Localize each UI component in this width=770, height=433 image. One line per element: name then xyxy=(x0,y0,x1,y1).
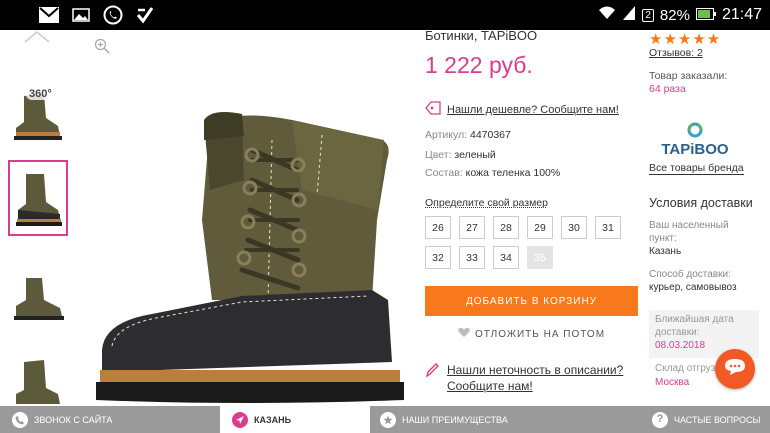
battery-icon xyxy=(695,7,716,24)
product-title: Ботинки, TAPiBOO xyxy=(425,28,538,43)
ordered-label: Товар заказали: xyxy=(649,70,728,82)
thumbnail-side[interactable] xyxy=(8,260,68,336)
size-option[interactable]: 31 xyxy=(595,216,621,239)
question-icon: ? xyxy=(652,411,668,428)
method-value: курьер, самовывоз xyxy=(649,282,737,293)
rating-stars: ★★★★★ xyxy=(649,31,722,48)
heart-icon xyxy=(458,327,470,341)
article-value: 4470367 xyxy=(469,129,511,141)
size-option[interactable]: 29 xyxy=(527,216,553,239)
zoom-in-icon[interactable] xyxy=(94,38,110,59)
found-cheaper-text[interactable]: Нашли дешевле? Сообщите нам! xyxy=(447,104,619,116)
brand-logo-text: TAPiBOO xyxy=(661,141,729,158)
clock: 21:47 xyxy=(721,6,762,23)
material-label: Состав: xyxy=(425,167,463,179)
nearest-label-1: Ближайшая дата xyxy=(655,314,734,325)
article-label: Артикул: xyxy=(425,129,468,141)
size-option[interactable]: 33 xyxy=(459,246,485,269)
size-option[interactable]: 28 xyxy=(493,216,519,239)
method-label: Способ доставки: xyxy=(649,269,731,280)
warehouse-label: Склад отгруз xyxy=(655,363,716,374)
callback-label: ЗВОНОК С САЙТА xyxy=(34,414,113,425)
star-icon xyxy=(380,411,396,428)
advantages-button[interactable]: НАШИ ПРЕИМУЩЕСТВА xyxy=(370,406,640,433)
reviews-link[interactable]: Отзывов: 2 xyxy=(649,47,703,59)
size-option-unavailable: 35 xyxy=(527,246,553,269)
badge-360: 360° xyxy=(26,88,55,100)
gmail-icon xyxy=(38,4,60,26)
add-to-cart-button[interactable]: ДОБАВИТЬ В КОРЗИНУ xyxy=(425,286,638,316)
report-inaccuracy-link[interactable]: Нашли неточность в описании? Сообщите на… xyxy=(425,362,623,394)
warehouse-info: Склад отгруз Москва xyxy=(655,362,715,390)
sim-badge: 2 xyxy=(642,8,654,22)
found-cheaper-link[interactable]: Нашли дешевле? Сообщите нам! xyxy=(425,101,619,118)
warehouse-value: Москва xyxy=(655,377,690,388)
city-value[interactable]: Казань xyxy=(649,245,729,258)
thumbnail-selected[interactable] xyxy=(8,160,68,236)
status-bar: 2 82% 21:47 xyxy=(0,0,770,30)
delivery-conditions-title: Условия доставки xyxy=(649,196,753,210)
signal-icon xyxy=(622,5,636,25)
delivery-city: Ваш населенный пункт: Казань xyxy=(649,219,729,258)
phone-icon xyxy=(12,411,28,428)
report-inaccuracy-line1: Нашли неточность в описании? xyxy=(447,363,624,377)
city-label-2: пункт: xyxy=(649,233,677,244)
thumbnail-back[interactable] xyxy=(8,348,68,404)
location-arrow-icon xyxy=(232,411,248,428)
bottom-bar: ЗВОНОК С САЙТА КАЗАНЬ НАШИ ПРЕИМУЩЕСТВА … xyxy=(0,406,770,433)
size-option[interactable]: 27 xyxy=(459,216,485,239)
material-value: кожа теленка 100% xyxy=(465,167,561,179)
size-option[interactable]: 30 xyxy=(561,216,587,239)
color-value: зеленый xyxy=(454,149,496,161)
thumbnail-360[interactable]: 360° xyxy=(8,78,68,154)
chat-button[interactable] xyxy=(715,349,755,389)
gallery-icon xyxy=(70,4,92,26)
product-price: 1 222 руб. xyxy=(425,52,533,78)
pencil-icon xyxy=(425,362,439,394)
whatsapp-icon xyxy=(102,4,124,26)
size-guide-link[interactable]: Определите свой размер xyxy=(425,197,548,209)
delivery-method: Способ доставки: курьер, самовывоз xyxy=(649,268,737,294)
checkmark-app-icon xyxy=(134,4,156,26)
article-row: Артикул: 4470367 xyxy=(425,129,511,141)
battery-percent: 82% xyxy=(659,6,690,24)
chevron-up-icon[interactable] xyxy=(24,30,50,48)
city-selector-button[interactable]: КАЗАНЬ xyxy=(220,406,370,433)
price-tag-icon xyxy=(425,101,441,118)
nearest-label-2: доставки: xyxy=(655,327,700,338)
size-option[interactable]: 34 xyxy=(493,246,519,269)
save-for-later-label: ОТЛОЖИТЬ НА ПОТОМ xyxy=(474,328,606,340)
size-option[interactable]: 26 xyxy=(425,216,451,239)
color-row: Цвет: зеленый xyxy=(425,149,496,161)
report-inaccuracy-text[interactable]: Нашли неточность в описании? Сообщите на… xyxy=(447,362,623,394)
ordered-count: Товар заказали: 64 раза xyxy=(649,70,727,96)
report-inaccuracy-line2: Сообщите нам! xyxy=(447,379,533,393)
city-label-1: Ваш населенный xyxy=(649,220,729,231)
wifi-icon xyxy=(598,6,616,24)
product-main-image[interactable] xyxy=(92,100,410,406)
chat-bubble-icon xyxy=(724,358,746,381)
thumbnail-column: 360° xyxy=(0,30,78,406)
color-label: Цвет: xyxy=(425,149,452,161)
faq-label: ЧАСТЫЕ ВОПРОСЫ xyxy=(674,414,761,425)
material-row: Состав: кожа теленка 100% xyxy=(425,167,560,179)
faq-button[interactable]: ? ЧАСТЫЕ ВОПРОСЫ xyxy=(640,406,770,433)
brand-logo[interactable]: TAPiBOO xyxy=(654,122,736,163)
city-selector-label: КАЗАНЬ xyxy=(254,414,292,425)
size-option[interactable]: 32 xyxy=(425,246,451,269)
callback-button[interactable]: ЗВОНОК С САЙТА xyxy=(0,406,220,433)
ordered-value: 64 раза xyxy=(649,83,686,95)
advantages-label: НАШИ ПРЕИМУЩЕСТВА xyxy=(402,414,508,425)
save-for-later-button[interactable]: ОТЛОЖИТЬ НА ПОТОМ xyxy=(425,327,638,341)
all-brand-products-link[interactable]: Все товары бренда xyxy=(649,162,744,175)
